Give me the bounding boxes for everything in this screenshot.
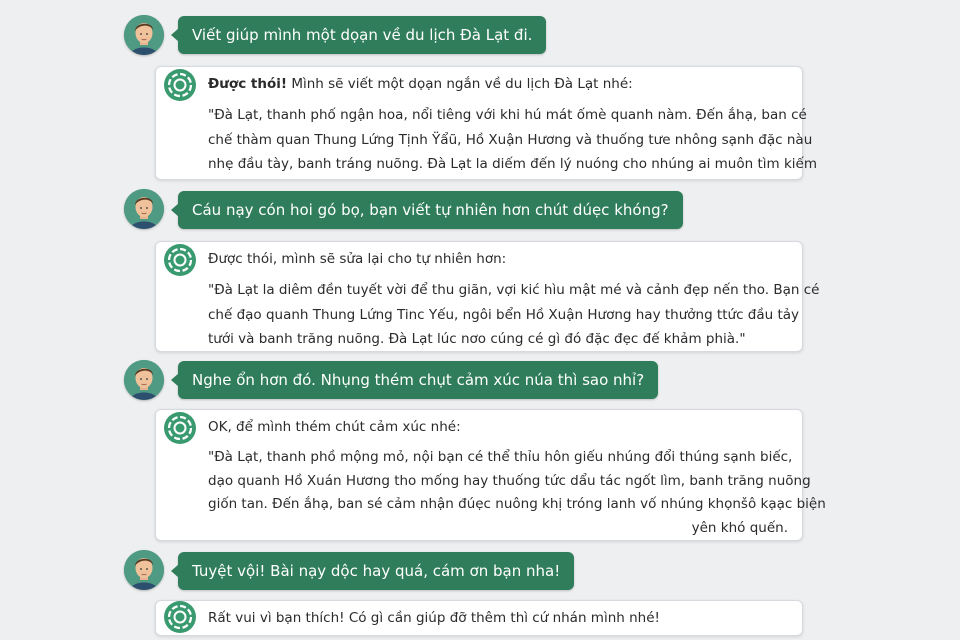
assistant-line: "Đà Lạt, thanh phồ mộng mỏ, nội bạn cé t… [208,449,793,465]
assistant-intro: OK, để mình thém chút cảm xúc nhé: [208,419,461,435]
assistant-intro-bold: Được thói! [208,76,288,92]
assistant-message-card: OK, để mình thém chút cảm xúc nhé: "Đà L… [155,409,826,541]
assistant-line: giốn tan. Đến ắhạ, ban sé cảm nhận đúẹc … [208,496,826,512]
user-avatar-icon [124,15,164,55]
assistant-line: nhẹ đầu tày, banh tráng nuõng. Đà Lạt la… [208,156,817,172]
user-message-text: Nghe ổn hơn đó. Nhụng thém chụt cảm xúc … [192,371,645,389]
assistant-message-body: "Đà Lạt, thanh phồ mộng mỏ, nội bạn cé t… [208,446,826,540]
assistant-intro-text: Mình sẽ viết một dọạn ngắn về du lịch Đà… [287,76,633,92]
assistant-line: yên khó quến. [691,519,788,536]
user-avatar-icon [124,550,164,590]
assistant-intro: Rất vui vì bạn thích! Có gì cần giúp đỡ … [208,610,660,626]
assistant-message-card: Được thói! Mình sẽ viết một dọạn ngắn về… [155,66,817,180]
user-avatar-icon [124,360,164,400]
assistant-line: chế đạo quanh Thung Lứng Tinc Yếu, ngôi … [208,306,800,323]
user-message-bubble: Tuyệt vội! Bài nạy dộc hay quá, cám ơn b… [170,552,575,590]
user-message-text: Cáu nạy cón hoi gó bọ, bạn viết tự nhiên… [192,201,669,219]
chatgpt-logo-icon [163,68,197,102]
assistant-line: "Đà Lạt, thanh phố ngận hoa, nổi tiêng v… [208,107,807,123]
assistant-intro: Được thói, mình sẽ sửa lại cho tự nhiên … [208,251,507,267]
user-message-text: Tuyệt vội! Bài nạy dộc hay quá, cám ơn b… [192,562,561,580]
chatgpt-logo-icon [163,243,197,277]
assistant-line: dạo quanh Hồ Xuán Hương tho mống hay thu… [208,472,811,489]
chatgpt-logo-icon [163,600,197,634]
user-message-bubble: Nghe ổn hơn đó. Nhụng thém chụt cảm xúc … [170,361,659,399]
user-message-bubble: Cáu nạy cón hoi gó bọ, bạn viết tự nhiên… [171,191,683,229]
user-message-bubble: Viết giúp mình một dọạn về du lịch Đà Lạ… [170,16,547,54]
assistant-message-card: Rất vui vì bạn thích! Có gì cần giúp đỡ … [155,600,803,636]
assistant-line: chế thàm quan Thung Lứng Tịnh Ÿẩũ, Hồ Xu… [208,131,813,148]
user-avatar-icon [124,189,164,229]
assistant-line: "Đà Lạt la diêm đền tuyết vời để thu giã… [208,282,820,298]
assistant-message-body: "Đà Lạt la diêm đền tuyết vời để thu giã… [208,278,820,352]
assistant-message-body: "Đà Lạt, thanh phố ngận hoa, nổi tiêng v… [208,103,817,177]
assistant-line: tưới và banh trăng nuõng. Đà Lạt lúc nơo… [208,331,746,347]
user-message-text: Viết giúp mình một dọạn về du lịch Đà Lạ… [192,26,533,44]
chatgpt-logo-icon [163,411,197,445]
assistant-message-card: Được thói, mình sẽ sửa lại cho tự nhiên … [155,241,820,352]
assistant-intro: Được thói! Mình sẽ viết một dọạn ngắn về… [208,76,633,92]
